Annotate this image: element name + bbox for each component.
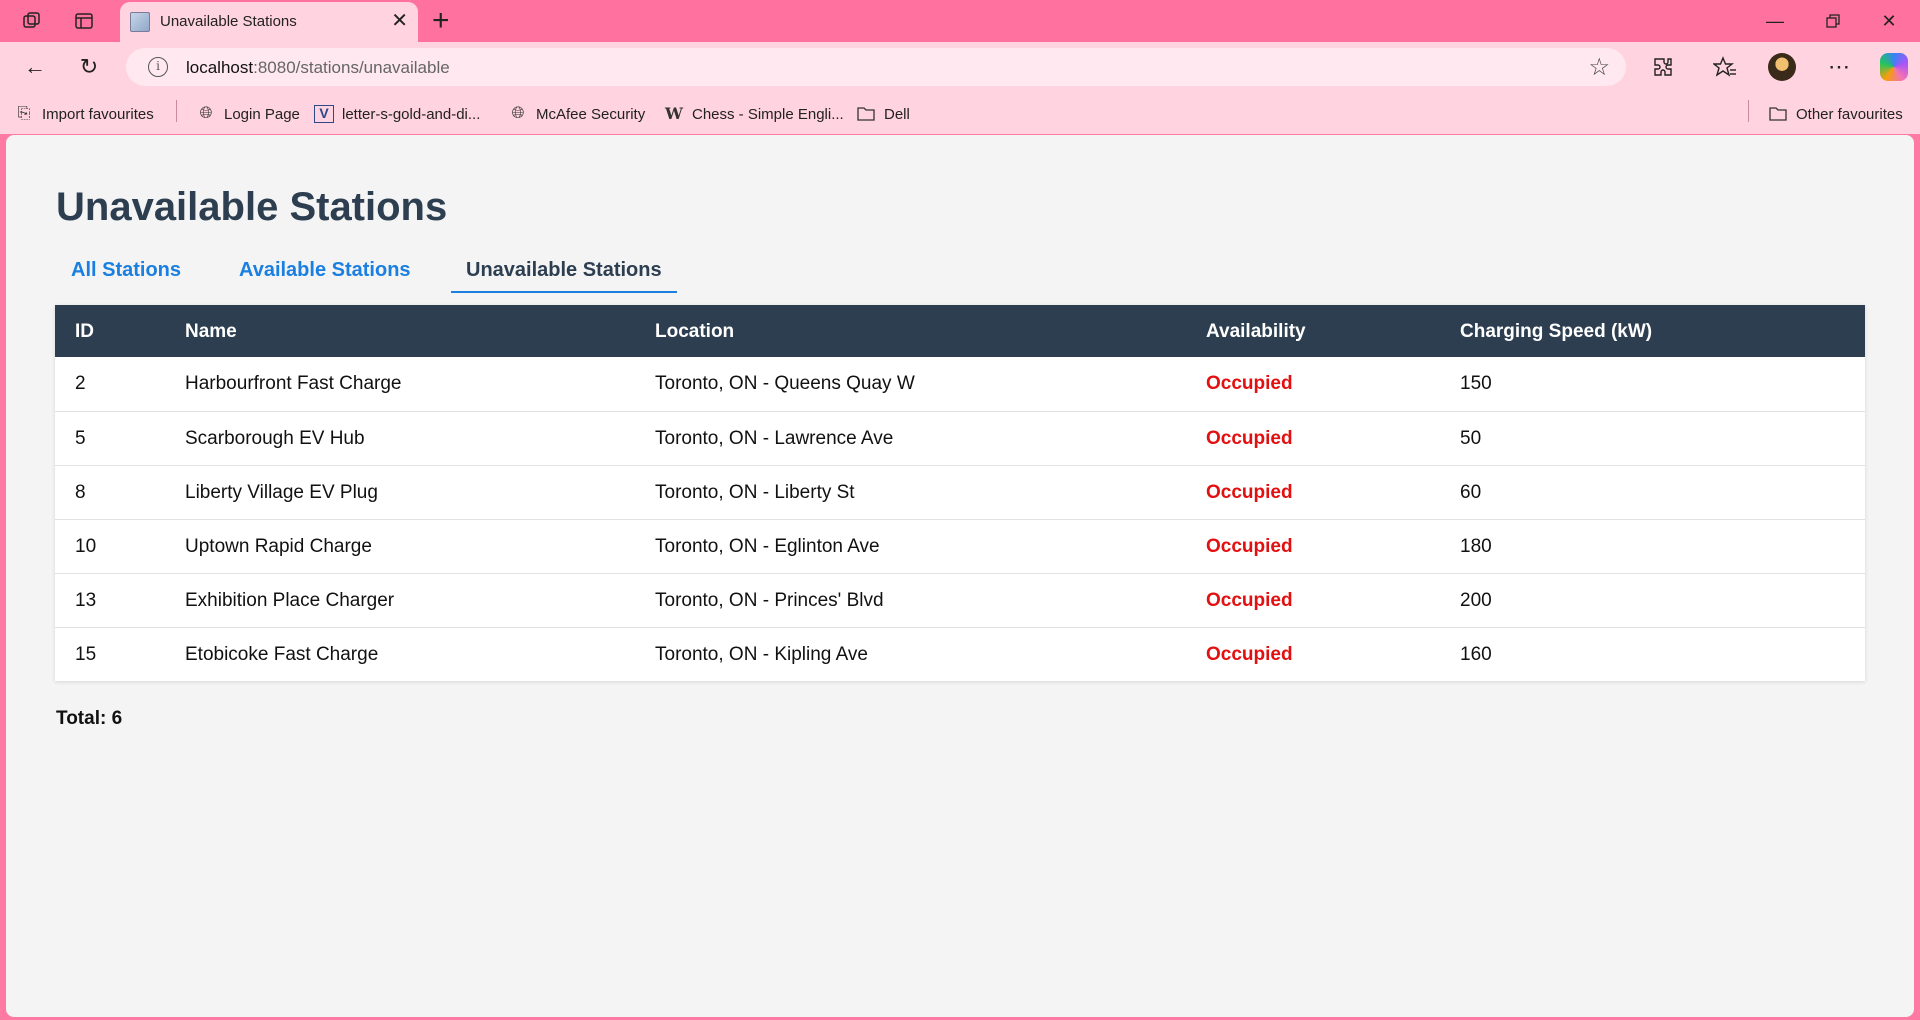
minimize-icon[interactable]: —	[1760, 8, 1790, 34]
table-row: 8 Liberty Village EV Plug Toronto, ON - …	[55, 465, 1865, 519]
total-count: Total: 6	[56, 708, 123, 729]
table-row: 13 Exhibition Place Charger Toronto, ON …	[55, 573, 1865, 627]
favourite-star-icon[interactable]: ☆	[1588, 53, 1610, 82]
cell-speed: 160	[1460, 644, 1492, 665]
cell-location: Toronto, ON - Liberty St	[655, 482, 855, 503]
favourites-icon[interactable]	[1712, 54, 1738, 80]
stations-table: ID Name Location Availability Charging S…	[55, 305, 1865, 681]
folder-icon	[856, 105, 876, 123]
table-row: 10 Uptown Rapid Charge Toronto, ON - Egl…	[55, 519, 1865, 573]
workspaces-icon[interactable]	[20, 9, 44, 33]
refresh-icon[interactable]: ↻	[76, 54, 102, 80]
bookmark-dell[interactable]: Dell	[856, 103, 910, 125]
page-content: Unavailable Stations All Stations Availa…	[6, 135, 1914, 1017]
cell-location: Toronto, ON - Princes' Blvd	[655, 590, 884, 611]
cell-id: 8	[75, 482, 86, 503]
cell-name: Uptown Rapid Charge	[185, 536, 372, 557]
column-header-name: Name	[185, 321, 237, 342]
cell-name: Scarborough EV Hub	[185, 428, 365, 449]
globe-icon: 🌐︎	[199, 105, 213, 122]
cell-speed: 150	[1460, 373, 1492, 394]
bookmark-import-favourites[interactable]: ⎘ Import favourites	[14, 103, 154, 125]
cell-availability: Occupied	[1206, 590, 1293, 611]
cell-speed: 180	[1460, 536, 1492, 557]
copilot-icon[interactable]	[1880, 53, 1908, 81]
cell-name: Harbourfront Fast Charge	[185, 373, 402, 394]
wikipedia-icon: W	[665, 104, 683, 123]
globe-icon: 🌐︎	[511, 105, 525, 122]
cell-availability: Occupied	[1206, 644, 1293, 665]
cell-id: 5	[75, 428, 86, 449]
restore-icon[interactable]	[1818, 8, 1848, 34]
table-row: 5 Scarborough EV Hub Toronto, ON - Lawre…	[55, 411, 1865, 465]
folder-icon	[1768, 105, 1788, 123]
cell-id: 13	[75, 590, 97, 611]
tab-favicon-icon	[130, 12, 150, 32]
navigation-bar: ← ↻ i localhost:8080/stations/unavailabl…	[0, 42, 1920, 92]
url-text[interactable]: localhost:8080/stations/unavailable	[186, 58, 450, 78]
bookmarks-bar: ⎘ Import favourites 🌐︎ Login Page V lett…	[0, 92, 1920, 134]
profile-avatar[interactable]	[1768, 53, 1796, 81]
cell-id: 2	[75, 373, 86, 394]
page-title: Unavailable Stations	[56, 185, 448, 229]
bookmark-mcafee-security[interactable]: 🌐︎ McAfee Security	[508, 103, 646, 125]
title-bar: Unavailable Stations ✕ + — ✕	[0, 0, 1920, 42]
active-tab[interactable]: Unavailable Stations ✕	[120, 2, 418, 42]
new-tab-icon[interactable]: +	[432, 6, 450, 36]
bookmark-login-page[interactable]: 🌐︎ Login Page	[196, 103, 300, 125]
nav-unavailable-stations[interactable]: Unavailable Stations	[451, 253, 677, 293]
cell-availability: Occupied	[1206, 428, 1293, 449]
import-icon: ⎘	[17, 105, 31, 122]
cell-availability: Occupied	[1206, 482, 1293, 503]
cell-location: Toronto, ON - Lawrence Ave	[655, 428, 894, 449]
column-header-speed: Charging Speed (kW)	[1460, 321, 1653, 342]
bookmark-divider	[176, 100, 177, 122]
cell-speed: 200	[1460, 590, 1492, 611]
more-options-icon[interactable]: ⋯	[1826, 54, 1852, 80]
bookmark-other-favourites[interactable]: Other favourites	[1768, 103, 1903, 125]
cell-location: Toronto, ON - Eglinton Ave	[655, 536, 880, 557]
cell-location: Toronto, ON - Queens Quay W	[655, 373, 915, 394]
close-tab-icon[interactable]: ✕	[391, 10, 408, 32]
site-info-icon[interactable]: i	[148, 57, 168, 77]
extensions-icon[interactable]	[1650, 54, 1676, 80]
bookmark-chess[interactable]: W Chess - Simple Engli...	[664, 103, 844, 125]
address-bar[interactable]: i localhost:8080/stations/unavailable ☆	[126, 48, 1626, 86]
column-header-id: ID	[75, 321, 94, 342]
cell-availability: Occupied	[1206, 536, 1293, 557]
tab-actions-icon[interactable]	[72, 9, 96, 33]
nav-all-stations[interactable]: All Stations	[56, 253, 196, 293]
column-header-location: Location	[655, 321, 735, 342]
cell-speed: 50	[1460, 428, 1482, 449]
v-logo-icon: V	[314, 105, 334, 123]
table-header: ID Name Location Availability Charging S…	[55, 305, 1865, 357]
table-row: 2 Harbourfront Fast Charge Toronto, ON -…	[55, 357, 1865, 411]
nav-available-stations[interactable]: Available Stations	[224, 253, 426, 293]
bookmark-divider	[1748, 100, 1749, 122]
close-window-icon[interactable]: ✕	[1874, 8, 1904, 34]
cell-id: 15	[75, 644, 97, 665]
table-row: 15 Etobicoke Fast Charge Toronto, ON - K…	[55, 627, 1865, 681]
bookmark-letter-s[interactable]: V letter-s-gold-and-di...	[314, 103, 480, 125]
column-header-availability: Availability	[1206, 321, 1306, 342]
tab-title: Unavailable Stations	[160, 13, 297, 30]
cell-speed: 60	[1460, 482, 1482, 503]
cell-name: Exhibition Place Charger	[185, 590, 395, 611]
cell-availability: Occupied	[1206, 373, 1293, 394]
table-body: 2 Harbourfront Fast Charge Toronto, ON -…	[55, 357, 1865, 681]
cell-name: Etobicoke Fast Charge	[185, 644, 379, 665]
cell-name: Liberty Village EV Plug	[185, 482, 378, 503]
cell-location: Toronto, ON - Kipling Ave	[655, 644, 868, 665]
back-icon[interactable]: ←	[22, 54, 48, 80]
cell-id: 10	[75, 536, 97, 557]
